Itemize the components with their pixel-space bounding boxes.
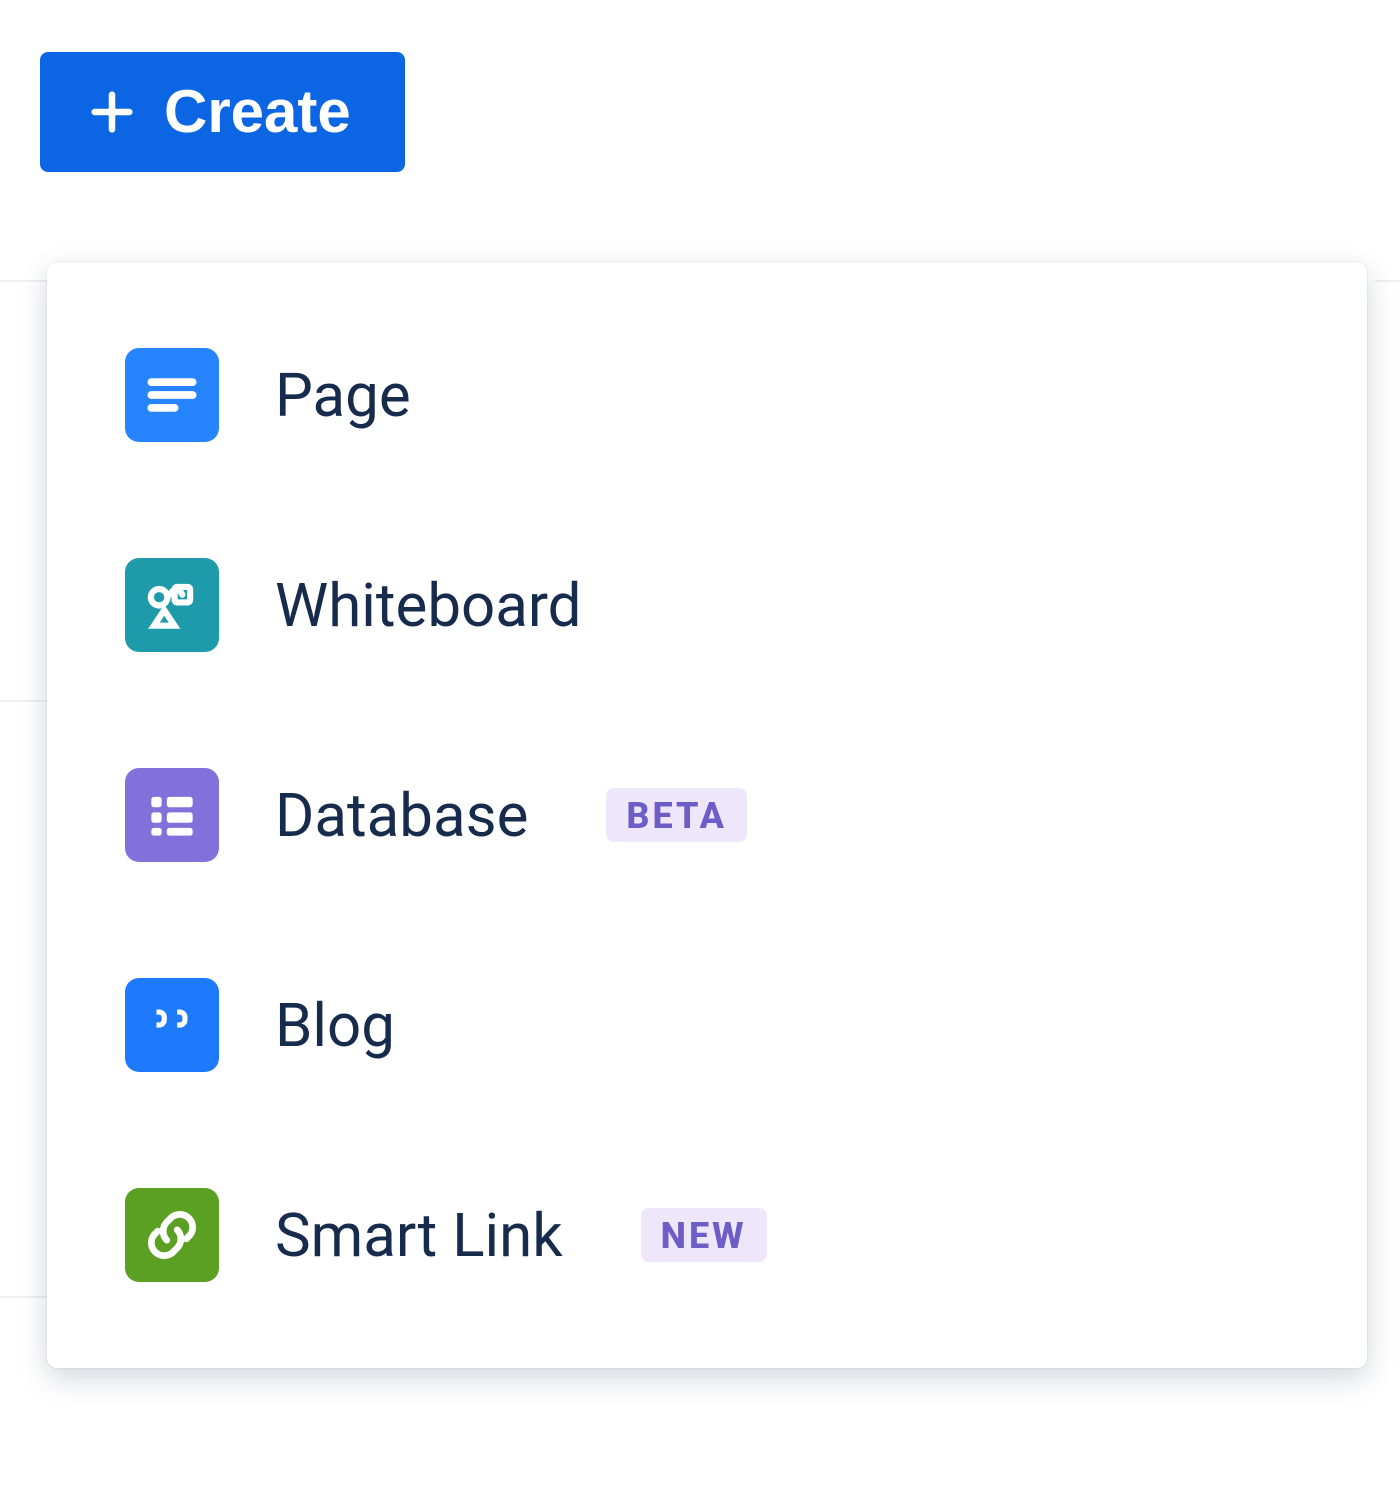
menu-item-label: Whiteboard [275, 570, 581, 641]
menu-item-whiteboard[interactable]: Whiteboard [47, 500, 1367, 710]
create-button[interactable]: Create [40, 52, 405, 172]
new-badge: NEW [641, 1208, 767, 1262]
database-icon [125, 768, 219, 862]
background-rule [0, 1296, 50, 1298]
menu-item-label: Blog [275, 990, 395, 1061]
menu-item-blog[interactable]: Blog [47, 920, 1367, 1130]
menu-item-page[interactable]: Page [47, 290, 1367, 500]
create-button-label: Create [164, 82, 351, 142]
create-dropdown: Page Whiteboard Database BETA [47, 262, 1367, 1368]
background-rule [0, 700, 50, 702]
page-icon [125, 348, 219, 442]
blog-icon [125, 978, 219, 1072]
plus-icon [86, 86, 138, 138]
menu-item-label: Page [275, 360, 411, 431]
menu-item-label: Smart Link [275, 1200, 563, 1271]
link-icon [125, 1188, 219, 1282]
whiteboard-icon [125, 558, 219, 652]
beta-badge: BETA [606, 788, 747, 842]
background-rule [0, 280, 50, 282]
menu-item-label: Database [275, 780, 528, 851]
menu-item-smart-link[interactable]: Smart Link NEW [47, 1130, 1367, 1340]
background-rule [1375, 280, 1400, 282]
menu-item-database[interactable]: Database BETA [47, 710, 1367, 920]
